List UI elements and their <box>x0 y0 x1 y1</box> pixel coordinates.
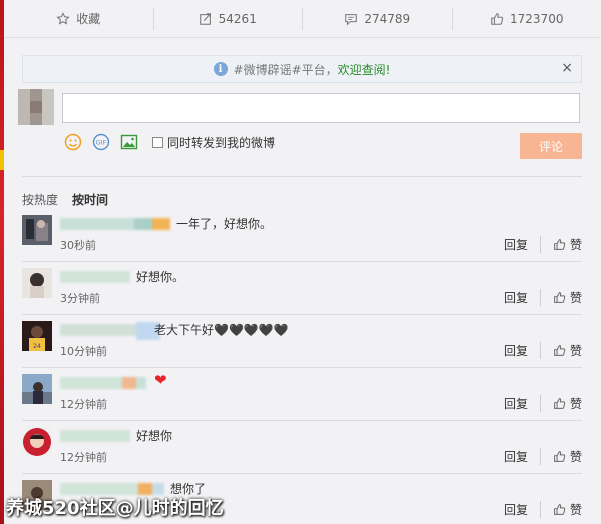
commenter-name-blurred[interactable] <box>60 322 160 340</box>
sort-tabs: 按热度 按时间 <box>22 191 108 208</box>
comment-actions: 回复 赞 <box>504 236 582 253</box>
commenter-name-blurred[interactable] <box>60 216 170 232</box>
comment-button[interactable]: 274789 <box>302 7 452 30</box>
tab-sort-by-time[interactable]: 按时间 <box>72 191 108 208</box>
commenter-name-blurred[interactable] <box>60 428 130 444</box>
comment-item: 24 老大下午好🖤🖤🖤🖤🖤 10分钟前 回复 赞 <box>22 315 582 368</box>
emoji-icon[interactable] <box>64 133 82 151</box>
comment-actions: 回复 赞 <box>504 448 582 465</box>
comment-item: ❤ 12分钟前 回复 赞 <box>22 368 582 421</box>
like-count: 1723700 <box>510 11 564 26</box>
comment-like-button[interactable]: 赞 <box>553 395 582 412</box>
thumbs-up-icon <box>554 345 566 356</box>
like-label: 赞 <box>569 291 582 305</box>
repost-checkbox-wrap[interactable]: 同时转发到我的微博 <box>152 134 275 151</box>
divider <box>22 176 582 177</box>
comment-time: 3分钟前 <box>60 292 100 305</box>
gif-icon[interactable]: GIF <box>92 133 110 151</box>
like-label: 赞 <box>569 450 582 464</box>
comment-actions: 回复 赞 <box>504 501 582 518</box>
comment-item: 好想你。 3分钟前 回复 赞 <box>22 262 582 315</box>
like-label: 赞 <box>569 503 582 517</box>
comment-time: 30秒前 <box>60 239 96 252</box>
thumbs-up-icon <box>491 12 504 25</box>
like-button[interactable]: 1723700 <box>451 7 601 30</box>
comment-actions: 回复 赞 <box>504 289 582 306</box>
star-icon <box>56 11 70 25</box>
comment-time: 12分钟前 <box>60 451 107 464</box>
favorite-label: 收藏 <box>76 12 101 26</box>
composer-toolbar: GIF 同时转发到我的微博 <box>64 133 275 151</box>
comment-icon <box>345 13 358 26</box>
thumbs-up-icon <box>554 504 566 515</box>
repost-icon <box>199 12 211 25</box>
repost-checkbox[interactable] <box>152 136 163 148</box>
comment-like-button[interactable]: 赞 <box>553 448 582 465</box>
repost-checkbox-label: 同时转发到我的微博 <box>167 135 276 150</box>
like-label: 赞 <box>569 344 582 358</box>
comment-panel: 收藏 54261 274789 1723700 i #微博辟谣#平台， 欢迎查阅… <box>4 0 601 524</box>
comment-item: 好想你 12分钟前 回复 赞 <box>22 421 582 474</box>
submit-comment-button[interactable]: 评论 <box>520 133 582 159</box>
reply-button[interactable]: 回复 <box>504 236 541 253</box>
like-label: 赞 <box>569 238 582 252</box>
watermark-text: 养城520社区@儿时的回忆 <box>6 498 224 519</box>
comment-like-button[interactable]: 赞 <box>553 342 582 359</box>
tab-sort-by-heat[interactable]: 按热度 <box>22 191 58 208</box>
thumbs-up-icon <box>554 239 566 250</box>
reply-button[interactable]: 回复 <box>504 395 541 412</box>
user-avatar <box>18 89 54 125</box>
reply-button[interactable]: 回复 <box>504 342 541 359</box>
info-icon: i <box>213 62 228 76</box>
thumbs-up-icon <box>554 292 566 303</box>
repost-count: 54261 <box>218 11 257 26</box>
commenter-avatar[interactable]: 24 <box>22 321 52 351</box>
comment-actions: 回复 赞 <box>504 342 582 359</box>
comment-like-button[interactable]: 赞 <box>553 289 582 306</box>
commenter-avatar[interactable] <box>22 268 52 298</box>
image-icon[interactable] <box>120 133 138 151</box>
comment-count: 274789 <box>364 11 411 26</box>
commenter-name-blurred[interactable] <box>60 375 146 391</box>
comment-like-button[interactable]: 赞 <box>553 236 582 253</box>
repost-button[interactable]: 54261 <box>152 7 303 30</box>
comment-time: 10分钟前 <box>60 345 107 358</box>
comment-text: 一年了，好想你。 <box>176 217 273 231</box>
commenter-avatar[interactable] <box>22 374 52 404</box>
comment-text: 老大下午好🖤🖤🖤🖤🖤 <box>154 323 289 337</box>
comment-text: 好想你 <box>136 429 173 443</box>
favorite-button[interactable]: 收藏 <box>4 8 153 30</box>
like-label: 赞 <box>569 397 582 411</box>
comment-item: 一年了，好想你。 30秒前 回复 赞 <box>22 209 582 262</box>
commenter-avatar[interactable] <box>22 215 52 245</box>
commenter-name-blurred[interactable] <box>60 269 130 285</box>
commenter-avatar[interactable] <box>22 427 52 457</box>
close-icon[interactable]: × <box>561 60 573 76</box>
notice-link[interactable]: 欢迎查阅! <box>338 61 391 78</box>
comment-text: 好想你。 <box>136 270 185 284</box>
thumbs-up-icon <box>554 451 566 462</box>
svg-text:GIF: GIF <box>96 139 107 147</box>
comment-like-button[interactable]: 赞 <box>553 501 582 518</box>
action-bar: 收藏 54261 274789 1723700 <box>4 0 601 38</box>
reply-button[interactable]: 回复 <box>504 501 541 518</box>
comment-actions: 回复 赞 <box>504 395 582 412</box>
svg-text:24: 24 <box>33 343 41 350</box>
reply-button[interactable]: 回复 <box>504 289 541 306</box>
comment-text: ❤ <box>154 371 167 389</box>
thumbs-up-icon <box>554 398 566 409</box>
reply-button[interactable]: 回复 <box>504 448 541 465</box>
notice-text: #微博辟谣#平台， <box>233 62 338 77</box>
comment-time: 12分钟前 <box>60 398 107 411</box>
rumor-notice-bar: i #微博辟谣#平台， 欢迎查阅! × <box>22 55 582 83</box>
comment-input[interactable] <box>62 93 580 123</box>
